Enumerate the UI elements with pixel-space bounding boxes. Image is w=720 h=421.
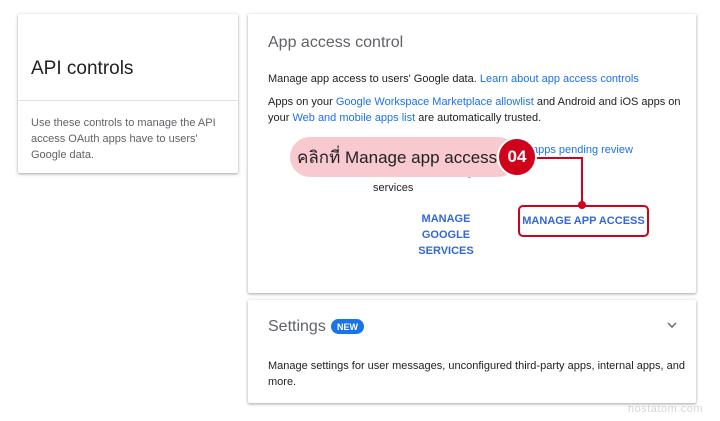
- settings-card[interactable]: Settings NEW Manage settings for user me…: [248, 300, 696, 403]
- app-access-control-title: App access control: [268, 34, 404, 51]
- settings-description: Manage settings for user messages, uncon…: [268, 360, 686, 388]
- manage-app-access-label: MANAGE APP ACCESS: [522, 215, 645, 227]
- manage-google-services-button[interactable]: MANAGE GOOGLE SERVICES: [396, 211, 496, 259]
- callout-instruction: คลิกที่ Manage app access: [290, 137, 518, 177]
- watermark: hostatom.com: [628, 403, 704, 415]
- trusted-apps-paragraph: Apps on your Google Workspace Marketplac…: [268, 94, 693, 126]
- manage-access-text: Manage app access to users' Google data.: [268, 73, 480, 85]
- apps-pending-review-link[interactable]: apps pending review: [532, 144, 633, 156]
- api-controls-description: Use these controls to manage the API acc…: [31, 117, 216, 161]
- manage-access-paragraph: Manage app access to users' Google data.…: [268, 71, 688, 87]
- marketplace-allowlist-link[interactable]: Google Workspace Marketplace allowlist: [336, 96, 534, 108]
- divider: [18, 100, 238, 101]
- trusted-apps-text-3: are automatically trusted.: [415, 112, 542, 124]
- manage-app-access-button[interactable]: MANAGE APP ACCESS: [518, 205, 649, 237]
- new-badge: NEW: [331, 319, 364, 334]
- settings-title: Settings: [268, 318, 326, 335]
- learn-app-access-link[interactable]: Learn about app access controls: [480, 73, 639, 85]
- callout-connector-vertical: [581, 158, 583, 204]
- api-controls-title: API controls: [31, 58, 134, 79]
- api-controls-card: API controls Use these controls to manag…: [18, 14, 238, 173]
- trusted-apps-text-1: Apps on your: [268, 96, 336, 108]
- callout-dot: [578, 201, 586, 209]
- web-mobile-apps-link[interactable]: Web and mobile apps list: [292, 112, 415, 124]
- callout-step-badge: 04: [497, 137, 537, 177]
- chevron-down-icon[interactable]: [664, 317, 680, 333]
